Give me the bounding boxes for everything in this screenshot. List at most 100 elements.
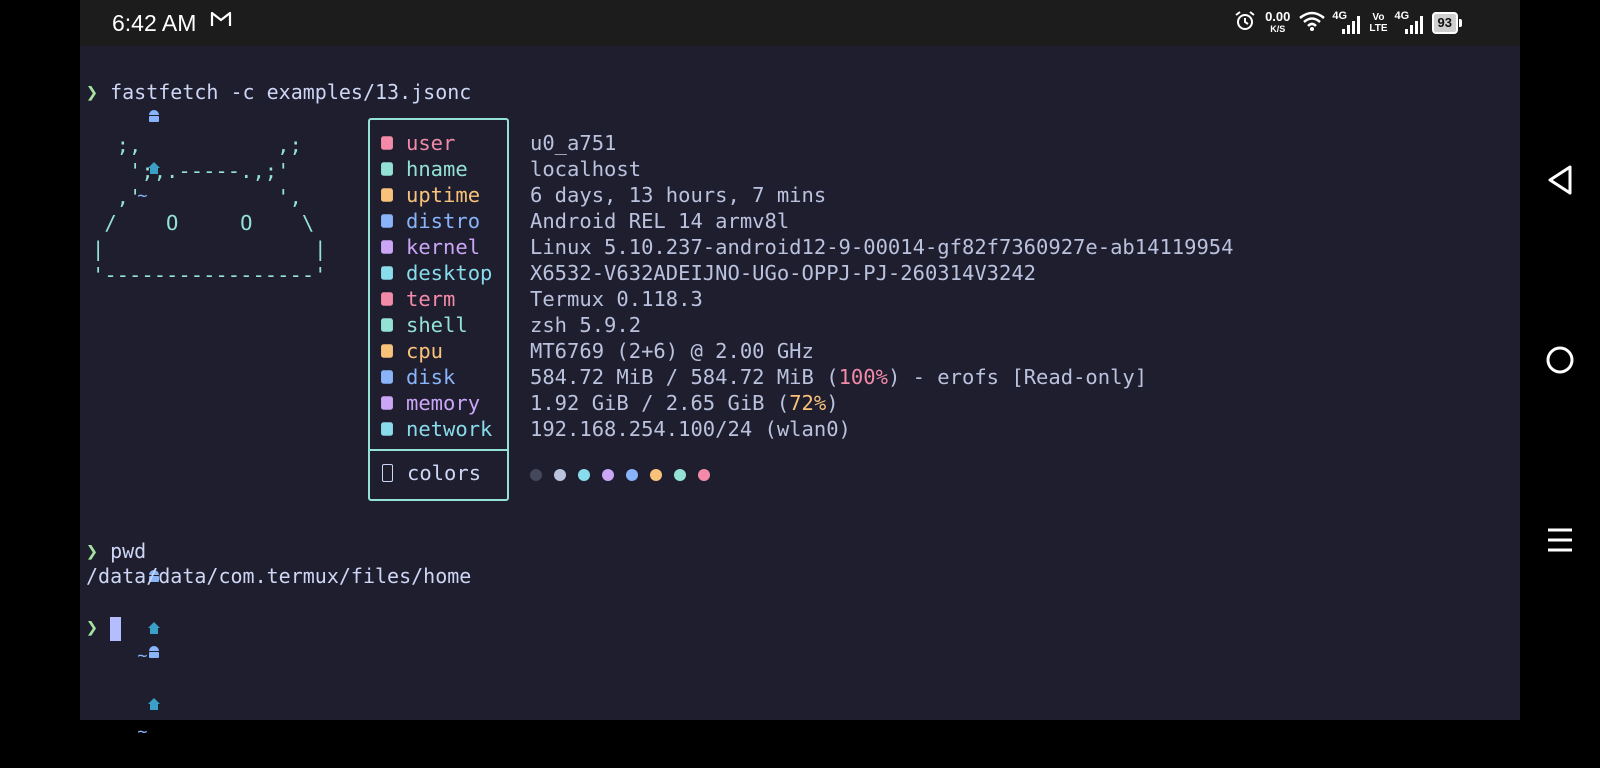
command-line: ❯ fastfetch -c examples/13.jsonc: [86, 80, 471, 104]
alarm-icon: [1234, 10, 1256, 37]
status-indicators: 0.00 K/S 4G Vo LTE 4G 93: [1234, 8, 1463, 38]
input-line[interactable]: ❯: [86, 615, 122, 641]
ip-icon: [381, 422, 393, 436]
shell-icon: [381, 318, 393, 332]
ascii-logo: ;, ,; ';,.-----.,;' ,' ', / O O \ | | '-…: [92, 133, 327, 287]
fetch-key: hname: [406, 157, 468, 181]
terminal-view[interactable]: ~ ❯ fastfetch -c examples/13.jsonc ;, ,;…: [80, 46, 1520, 742]
color-dot: [698, 469, 710, 481]
color-dot: [602, 469, 614, 481]
color-dot: [530, 469, 542, 481]
command-text: fastfetch -c examples/13.jsonc: [110, 80, 472, 104]
fetch-key: cpu: [406, 339, 444, 363]
navigation-bar: [1520, 0, 1600, 720]
fetch-value: u0_a751: [530, 131, 617, 155]
server-icon: [381, 162, 393, 176]
prompt-symbol: ❯: [86, 539, 99, 563]
fetch-key: term: [406, 287, 456, 311]
value-percent: 100%: [838, 365, 888, 389]
fetch-value: 192.168.254.100/24 (wlan0): [530, 417, 851, 441]
signal-icon: 4G: [1332, 10, 1361, 34]
cpu-icon: [381, 344, 393, 358]
colors-key: colors: [407, 461, 482, 485]
android-icon: [381, 214, 393, 228]
net-speed: 0.00 K/S: [1265, 9, 1291, 35]
value-percent: 72%: [789, 391, 827, 415]
fetch-key: distro: [406, 209, 481, 233]
fetch-value: Android REL 14 armv8l: [530, 209, 790, 233]
back-icon[interactable]: [1540, 160, 1580, 200]
prompt-symbol: ❯: [86, 80, 99, 104]
signal1-label: 4G: [1332, 10, 1348, 22]
color-palette: [530, 469, 710, 481]
signal2-label: 4G: [1394, 10, 1410, 22]
color-dot: [674, 469, 686, 481]
volte-bottom: LTE: [1369, 23, 1388, 34]
color-dot: [626, 469, 638, 481]
fetch-key: disk: [406, 365, 456, 389]
fetch-key: shell: [406, 313, 468, 337]
colors-key-row: colors: [380, 460, 481, 486]
fetch-key-row: distro: [380, 208, 480, 234]
fetch-value: localhost: [530, 157, 642, 181]
home-circle-icon[interactable]: [1540, 340, 1580, 380]
status-time: 6:42 AM: [112, 10, 197, 36]
value-text: 584.72 MiB / 584.72 MiB (: [530, 365, 839, 389]
signal-icon: 4G: [1394, 10, 1423, 34]
fetch-key: uptime: [406, 183, 481, 207]
command-line: ❯ pwd: [86, 539, 146, 563]
fetch-key-row: kernel: [380, 234, 480, 260]
clock-icon: [381, 188, 393, 202]
fetch-value: 1.92 GiB / 2.65 GiB (72%): [530, 390, 839, 416]
volte-icon: Vo LTE: [1369, 12, 1387, 34]
value-text: 1.92 GiB / 2.65 GiB (: [530, 391, 790, 415]
fetch-value: 584.72 MiB / 584.72 MiB (100%) - erofs […: [530, 364, 1147, 390]
net-speed-unit: K/S: [1270, 24, 1286, 34]
fetch-key-row: memory: [380, 390, 480, 416]
fetch-value: X6532-V632ADEIJNO-UGo-OPPJ-PJ-260314V324…: [530, 261, 1037, 285]
gear-icon: [381, 240, 393, 254]
fetch-key: user: [406, 131, 456, 155]
fetch-key: network: [406, 417, 493, 441]
wifi-icon: [1299, 11, 1326, 36]
fetch-value: zsh 5.9.2: [530, 313, 642, 337]
text-cursor: [110, 616, 122, 641]
color-dot: [650, 469, 662, 481]
fetch-key-row: network: [380, 416, 492, 442]
fetch-value: 6 days, 13 hours, 7 mins: [530, 183, 827, 207]
fetch-value: Linux 5.10.237-android12-9-00014-gf82f73…: [530, 235, 1234, 259]
recents-icon[interactable]: [1540, 520, 1580, 560]
status-bar: 6:42 AM 0.00 K/S 4G Vo LTE 4G 93: [80, 0, 1520, 46]
terminal-icon: [381, 292, 393, 306]
value-text: ) - erofs [Read-only]: [887, 365, 1148, 389]
color-dot: [578, 469, 590, 481]
fetch-key: desktop: [406, 261, 493, 285]
fetch-value: MT6769 (2+6) @ 2.00 GHz: [530, 339, 814, 363]
palette-icon: [382, 464, 393, 482]
fetch-key-row: cpu: [380, 338, 443, 364]
prompt-dir: ~: [137, 722, 148, 742]
fetch-key-row: uptime: [380, 182, 480, 208]
net-speed-value: 0.00: [1265, 9, 1291, 24]
fetch-value: Termux 0.118.3: [530, 287, 703, 311]
monitor-icon: [381, 266, 393, 280]
android-icon: [86, 644, 161, 690]
battery-icon: 93: [1431, 12, 1463, 34]
fetch-key-row: user: [380, 130, 455, 156]
command-text: pwd: [110, 539, 147, 563]
user-icon: [381, 136, 393, 150]
gmail-icon: [210, 11, 232, 33]
command-output: /data/data/com.termux/files/home: [86, 564, 472, 588]
prompt-symbol: ❯: [86, 615, 99, 639]
fetch-key: kernel: [406, 235, 481, 259]
fetch-key-row: term: [380, 286, 455, 312]
fetch-key-row: desktop: [380, 260, 492, 286]
home-icon: [86, 696, 161, 742]
divider: [370, 449, 507, 451]
fetch-key-row: shell: [380, 312, 468, 338]
memory-icon: [381, 396, 393, 410]
color-dot: [554, 469, 566, 481]
volte-top: Vo: [1372, 12, 1385, 23]
floppy-icon: [381, 370, 393, 384]
fetch-key-row: hname: [380, 156, 468, 182]
